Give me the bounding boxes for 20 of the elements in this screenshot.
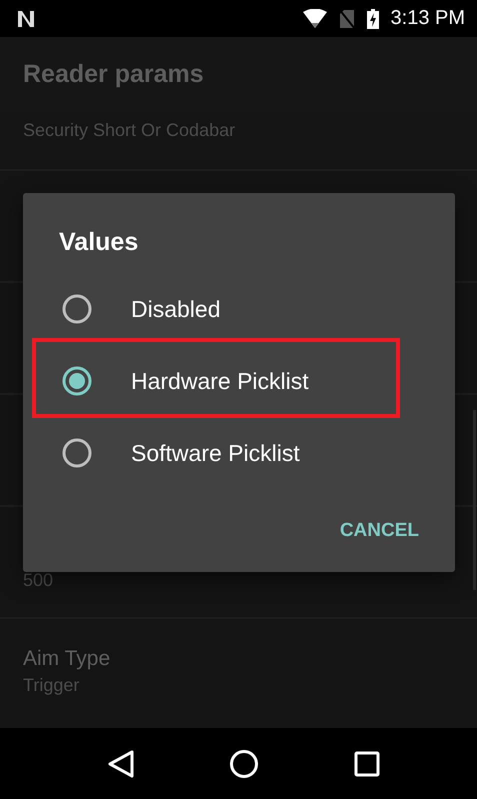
radio-option[interactable]: Hardware Picklist bbox=[23, 345, 455, 417]
dialog-title: Values bbox=[58, 227, 140, 258]
back-icon[interactable] bbox=[108, 750, 134, 778]
screen-title: Reader params bbox=[23, 60, 204, 89]
setting-title: Aim Type bbox=[23, 647, 112, 671]
cancel-button[interactable]: CANCEL bbox=[332, 513, 427, 549]
setting-summary: Trigger bbox=[23, 675, 80, 696]
radio-option[interactable]: Disabled bbox=[23, 273, 455, 345]
wifi-icon bbox=[302, 8, 327, 28]
status-time: 3:13 PM bbox=[390, 7, 465, 30]
no-sim-icon bbox=[338, 8, 355, 28]
recents-icon[interactable] bbox=[354, 750, 380, 776]
radio-button[interactable] bbox=[61, 293, 93, 325]
home-icon[interactable] bbox=[228, 748, 258, 778]
battery-charging-icon bbox=[366, 8, 379, 28]
radio-button[interactable] bbox=[61, 437, 93, 469]
radio-button[interactable] bbox=[61, 365, 93, 397]
setting-summary: Security Short Or Codabar bbox=[23, 120, 236, 141]
logo-icon bbox=[16, 8, 36, 28]
radio-option[interactable]: Software Picklist bbox=[23, 417, 455, 489]
